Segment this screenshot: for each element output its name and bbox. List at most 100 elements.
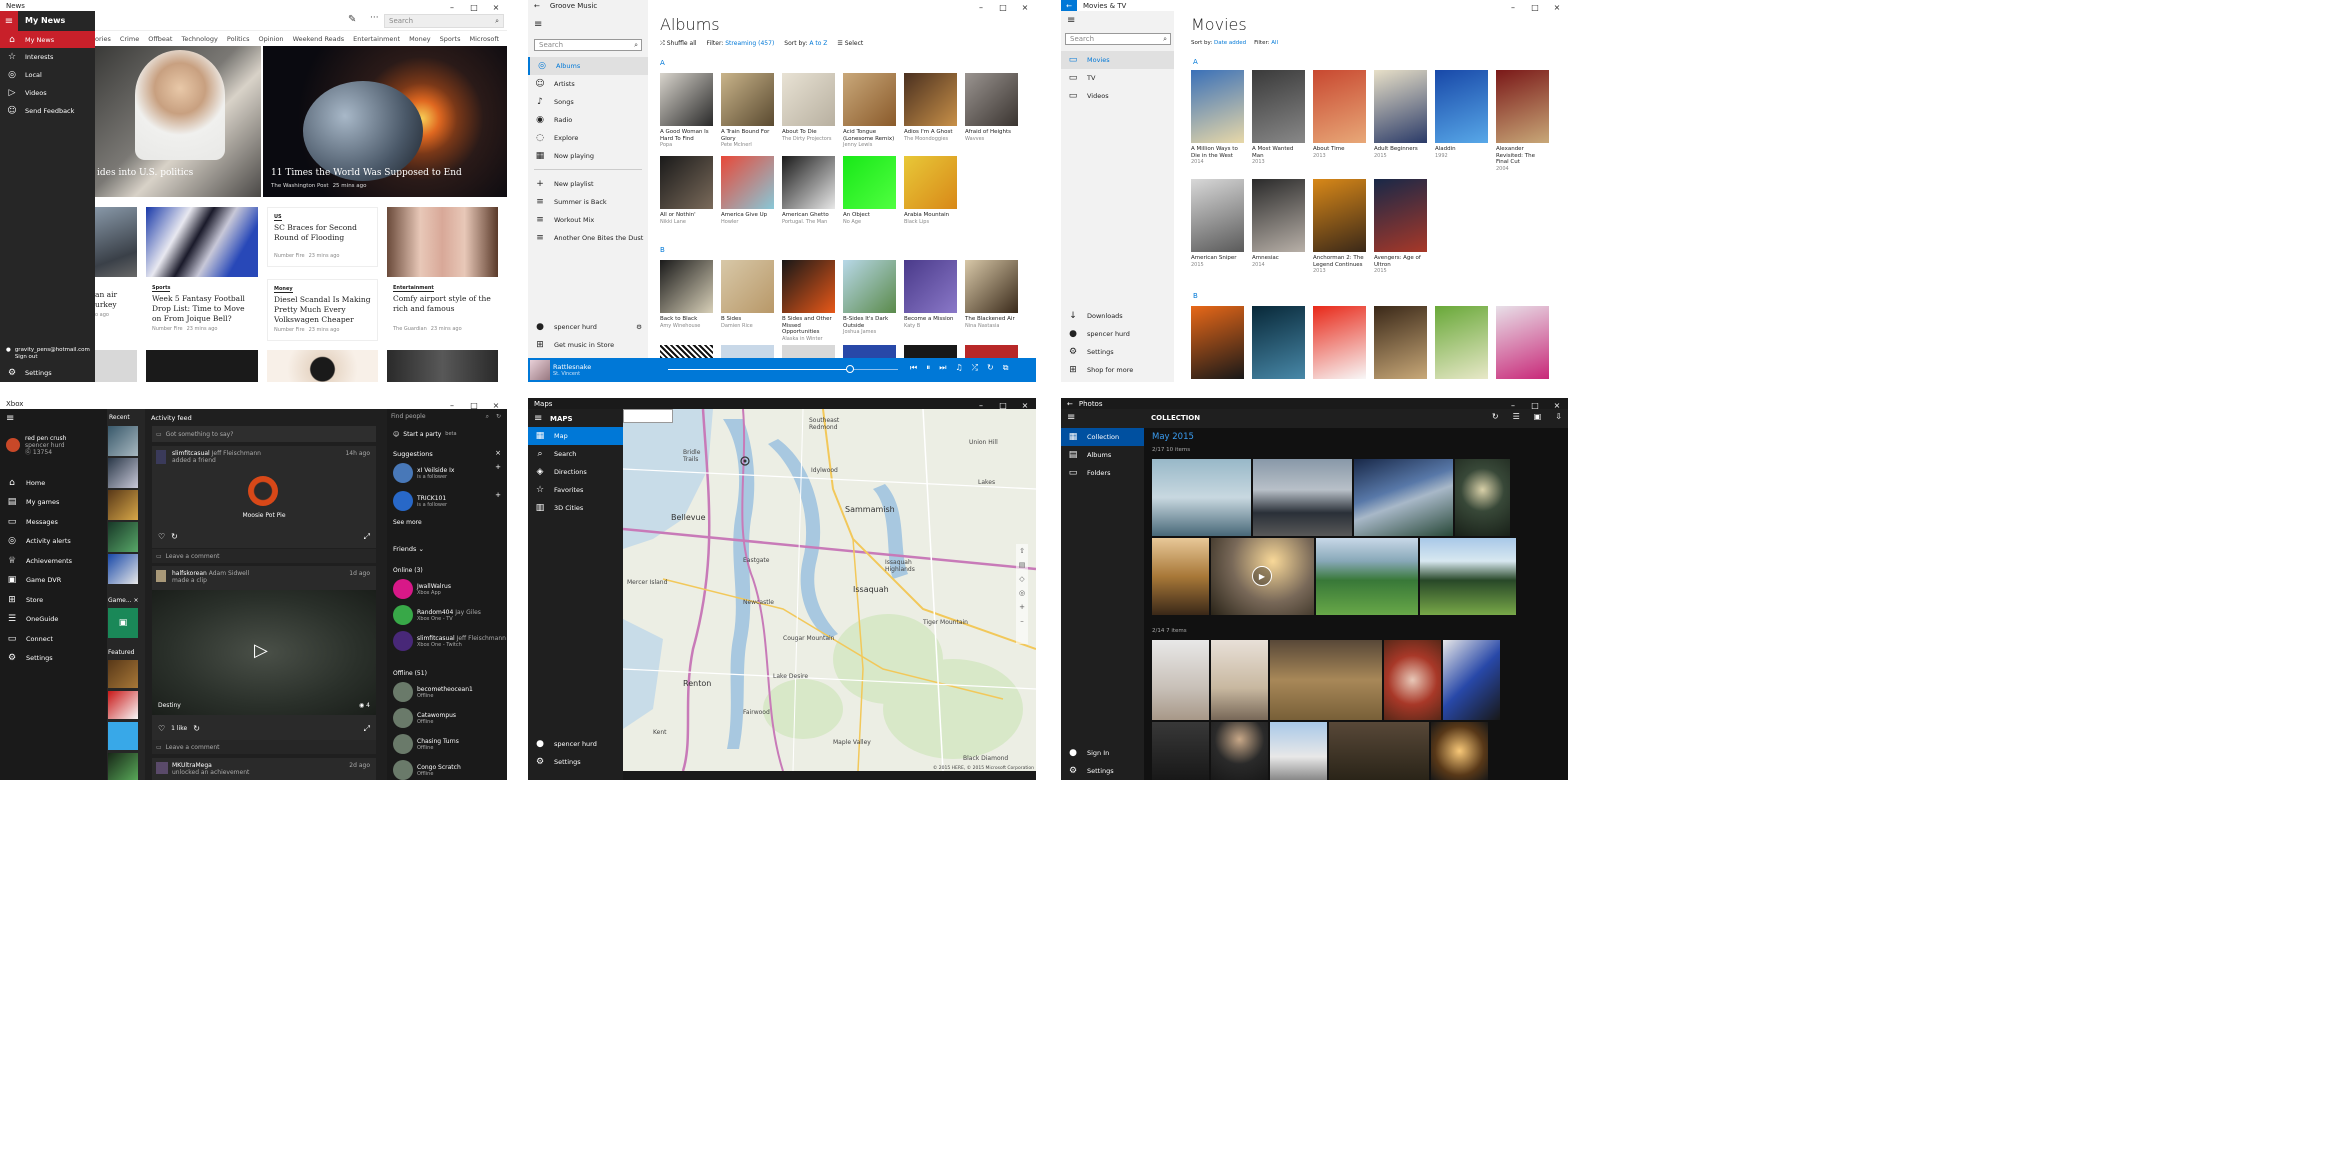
album-art[interactable]	[721, 345, 774, 358]
nav-item-interests[interactable]: ☆ Interests	[0, 48, 95, 66]
hamburger-icon[interactable]: ≡	[0, 11, 18, 31]
movie-tile[interactable]: Alexander Revisited: The Final Cut 2004	[1496, 70, 1549, 175]
back-icon[interactable]: ←	[1067, 400, 1073, 408]
map-search-box[interactable]	[623, 409, 673, 423]
card-image[interactable]	[267, 350, 378, 382]
album-art[interactable]	[660, 73, 713, 126]
game-tile[interactable]: ▣	[108, 608, 138, 638]
photo-thumbnail[interactable]	[1152, 722, 1209, 780]
album-art[interactable]	[660, 345, 713, 358]
movie-poster[interactable]	[1496, 70, 1549, 143]
video-clip[interactable]: ▷ Destiny ◉ 4	[152, 590, 376, 715]
section-letter[interactable]: B	[660, 246, 665, 254]
search-input[interactable]: Search ⌕	[534, 39, 642, 51]
comment-input[interactable]: ▭ Leave a comment	[152, 549, 376, 563]
hero-story-1[interactable]: ides into U.S. politics	[95, 46, 261, 197]
album-tile[interactable]: B Sides and Other Missed Opportunities Al…	[782, 260, 835, 342]
nav-item-folders[interactable]: ▭ Folders	[1061, 464, 1144, 482]
nav-item-map[interactable]: ▦ Map	[528, 427, 623, 445]
nav-item-my-news[interactable]: ⌂ My News	[0, 31, 95, 48]
friend-item[interactable]: Catawompus Offline	[393, 708, 501, 730]
nav-item-home[interactable]: ⌂ Home	[0, 473, 107, 493]
album-art[interactable]	[904, 156, 957, 209]
section-letter[interactable]: A	[1193, 58, 1198, 66]
friends-dropdown[interactable]: Friends ⌄	[393, 545, 424, 553]
photo-thumbnail[interactable]	[1443, 640, 1500, 720]
nav-item-connect[interactable]: ▭ Connect	[0, 629, 107, 649]
movie-poster[interactable]	[1191, 179, 1244, 252]
album-art[interactable]	[782, 156, 835, 209]
repeat-icon[interactable]: ↻	[987, 363, 994, 373]
close-icon[interactable]: ×	[1546, 0, 1568, 14]
nav-item-messages[interactable]: ▭ Messages	[0, 512, 107, 532]
album-art[interactable]	[904, 345, 957, 358]
more-icon[interactable]: ···	[370, 13, 379, 23]
album-art[interactable]	[660, 156, 713, 209]
game-tile[interactable]	[108, 426, 138, 456]
shuffle-button[interactable]: ⤮ Shuffle all	[660, 40, 697, 48]
category-item[interactable]: Crime	[120, 35, 139, 43]
search-icon[interactable]: ⌕	[486, 413, 489, 421]
photo-thumbnail[interactable]: ▶	[1211, 538, 1314, 615]
nav-item-directions[interactable]: ◈ Directions	[528, 463, 623, 481]
album-art[interactable]	[721, 260, 774, 313]
movie-poster[interactable]	[1374, 179, 1427, 252]
nav-item-collection[interactable]: ▦ Collection	[1061, 428, 1144, 446]
import-icon[interactable]: ⇩	[1555, 412, 1562, 421]
card-image-jet[interactable]	[95, 207, 137, 277]
album-tile[interactable]: A Good Woman Is Hard To Find Popa	[660, 73, 713, 155]
pin-icon[interactable]: ⤢	[364, 724, 370, 734]
movie-tile[interactable]	[1313, 306, 1366, 382]
photo-thumbnail[interactable]	[1211, 640, 1268, 720]
movie-tile[interactable]: Aladdin 1992	[1435, 70, 1488, 175]
album-art[interactable]	[904, 260, 957, 313]
sort-dropdown[interactable]: Sort by: A to Z	[784, 40, 827, 48]
album-art[interactable]	[965, 73, 1018, 126]
movie-tile[interactable]	[1374, 306, 1427, 382]
movie-poster[interactable]	[1313, 70, 1366, 143]
movie-tile[interactable]: American Sniper 2015	[1191, 179, 1244, 284]
nav-item-settings[interactable]: ⚙ Settings	[0, 365, 52, 381]
user-account[interactable]: ● spencer hurd	[528, 735, 597, 753]
album-tile[interactable]: Afraid of Heights Wavves	[965, 73, 1018, 155]
game-title[interactable]: Destiny	[158, 702, 181, 709]
movie-poster[interactable]	[1496, 306, 1549, 379]
search-icon[interactable]: ⌕	[634, 41, 638, 50]
news-card[interactable]: Sports Week 5 Fantasy Football Drop List…	[146, 282, 258, 342]
album-tile[interactable]: Back to Black Amy Winehouse	[660, 260, 713, 342]
album-art[interactable]	[965, 345, 1018, 358]
hamburger-icon[interactable]: ≡	[6, 413, 14, 424]
compass-icon[interactable]: ⇧	[1019, 547, 1025, 555]
news-card[interactable]: US SC Braces for Second Round of Floodin…	[267, 207, 378, 267]
select-button[interactable]: ☰ Select	[837, 40, 863, 48]
nav-item-feedback[interactable]: ☺ Send Feedback	[0, 102, 95, 120]
friend-item[interactable]: slimfitcasual Jeff Fleischmann Xbox One -…	[393, 631, 506, 653]
photo-thumbnail[interactable]	[1455, 459, 1510, 536]
back-icon[interactable]: ←	[534, 2, 540, 10]
video-play-icon[interactable]: ▶	[1252, 566, 1272, 586]
movie-poster[interactable]	[1374, 306, 1427, 379]
photo-thumbnail[interactable]	[1152, 459, 1251, 536]
add-friend-icon[interactable]: +	[495, 463, 501, 471]
avatar[interactable]	[156, 450, 166, 464]
album-art[interactable]	[721, 73, 774, 126]
slideshow-icon[interactable]: ▣	[1534, 412, 1542, 421]
category-item[interactable]: Entertainment	[353, 35, 400, 43]
hamburger-icon[interactable]: ≡	[534, 413, 542, 424]
user-account[interactable]: ● spencer hurd	[1061, 325, 1174, 343]
pin-icon[interactable]: ⤢	[364, 532, 370, 542]
nav-item-game-dvr[interactable]: ▣ Game DVR	[0, 571, 107, 591]
movie-tile[interactable]: Avengers: Age of Ultron 2015	[1374, 179, 1427, 284]
suggestion-item[interactable]: xI Veilside Ix is a follower +	[393, 463, 501, 485]
album-art[interactable]	[843, 73, 896, 126]
shuffle-icon[interactable]: ⤮	[972, 363, 978, 373]
section-letter[interactable]: B	[1193, 292, 1198, 300]
locate-icon[interactable]: ◎	[1019, 589, 1025, 597]
friend-name[interactable]: Moosie Pot Pie	[152, 512, 376, 519]
album-art[interactable]	[843, 156, 896, 209]
nav-item-videos[interactable]: ▭ Videos	[1061, 87, 1174, 105]
account-area[interactable]: ● gravity_pens@hotmail.com Sign out	[0, 347, 95, 361]
nav-item-activity-alerts[interactable]: ◎ Activity alerts	[0, 532, 107, 552]
minimize-icon[interactable]: –	[970, 0, 992, 14]
suggestion-item[interactable]: TRICK101 is a follower +	[393, 491, 501, 513]
